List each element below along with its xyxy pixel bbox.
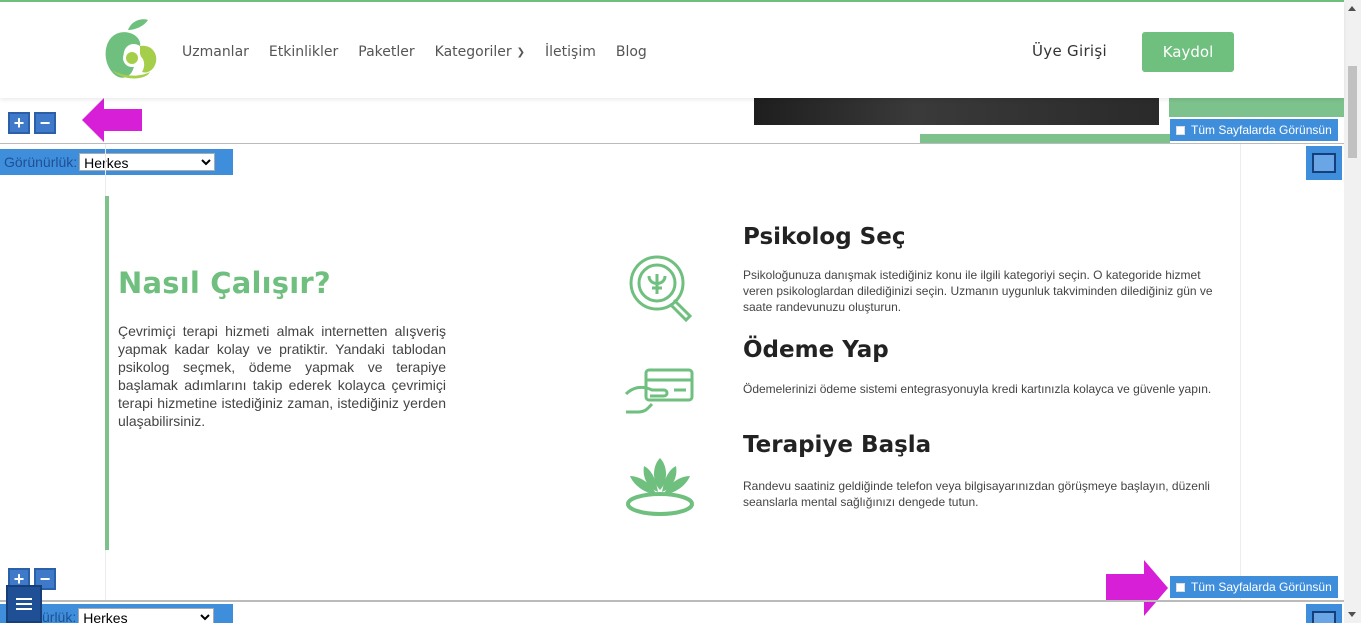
show-on-all-pages-label: Tüm Sayfalarda Görünsün [1191, 123, 1332, 137]
page-scrollbar[interactable] [1344, 0, 1361, 623]
show-on-all-pages-label: Tüm Sayfalarda Görünsün [1191, 580, 1332, 594]
step-title-choose-psychologist: Psikolog Seç [743, 224, 906, 250]
scroll-down-arrow-icon[interactable] [1348, 612, 1356, 617]
nav-item-events[interactable]: Etkinlikler [269, 44, 338, 60]
step-text-make-payment: Ödemelerinizi ödeme sistemi entegrasyonu… [743, 382, 1212, 396]
scroll-thumb[interactable] [1348, 66, 1357, 158]
section-zoom-controls-top: + − [8, 112, 56, 134]
member-login-link[interactable]: Üye Girişi [1032, 42, 1107, 60]
visibility-label: Görünürlük: [4, 154, 78, 170]
scroll-up-arrow-icon[interactable] [1348, 6, 1356, 11]
visibility-select[interactable]: Herkes [79, 153, 216, 171]
section-description: Çevrimiçi terapi hizmeti almak internett… [118, 323, 446, 429]
section-accent-bar [105, 196, 109, 550]
nav-item-packages[interactable]: Paketler [358, 44, 414, 60]
psychology-search-icon [629, 255, 693, 323]
step-title-start-therapy: Terapiye Başla [743, 432, 932, 458]
lotus-icon [626, 458, 694, 516]
menu-line [16, 598, 32, 600]
editor-menu-button[interactable] [6, 585, 42, 623]
logo-icon[interactable] [102, 16, 160, 82]
nav-item-categories-label: Kategoriler [434, 44, 512, 60]
section-divider [0, 143, 1344, 144]
main-nav: Uzmanlar Etkinlikler Paketler Kategorile… [182, 44, 667, 60]
previous-section-image [744, 98, 1169, 134]
step-text-choose-psychologist: Psikoloğunuza danışmak istediğiniz konu … [743, 268, 1213, 314]
pointer-arrow-down-right-icon [1106, 560, 1168, 616]
menu-line [16, 608, 32, 610]
chevron-down-icon: ❯ [516, 46, 526, 58]
zoom-out-button[interactable]: − [34, 112, 56, 134]
background-image-button[interactable] [1306, 146, 1342, 180]
background-image-button-next[interactable] [1306, 604, 1342, 623]
menu-line [16, 603, 32, 605]
visibility-control: Görünürlük: Herkes [0, 149, 233, 175]
section-title: Nasıl Çalışır? [118, 266, 331, 300]
nav-item-categories[interactable]: Kategoriler ❯ [435, 44, 525, 60]
zoom-in-button[interactable]: + [8, 112, 30, 134]
show-on-all-pages-toggle[interactable]: Tüm Sayfalarda Görünsün [1170, 119, 1338, 141]
layout-guide-right [1240, 144, 1241, 600]
signup-button[interactable]: Kaydol [1142, 32, 1234, 72]
nav-item-blog[interactable]: Blog [616, 44, 647, 60]
site-header: Uzmanlar Etkinlikler Paketler Kategorile… [0, 2, 1344, 98]
section-divider-bottom [0, 600, 1344, 602]
image-icon [1312, 153, 1336, 173]
previous-section-photo [754, 98, 1159, 125]
card-payment-icon [624, 368, 694, 414]
nav-item-contact[interactable]: İletişim [545, 44, 596, 60]
image-icon [1312, 611, 1336, 623]
show-on-all-pages-checkbox[interactable] [1176, 582, 1185, 592]
visibility-label-partial: ürlük: [42, 609, 77, 623]
show-on-all-pages-checkbox[interactable] [1176, 125, 1185, 135]
visibility-select-next[interactable]: Herkes [78, 608, 215, 623]
pointer-arrow-left-icon [82, 98, 142, 142]
show-on-all-pages-toggle-bottom[interactable]: Tüm Sayfalarda Görünsün [1170, 576, 1338, 598]
nav-item-experts[interactable]: Uzmanlar [182, 44, 249, 60]
step-text-start-therapy: Randevu saatiniz geldiğinde telefon veya… [743, 479, 1210, 509]
previous-section-green-bar [920, 134, 1170, 143]
step-title-make-payment: Ödeme Yap [743, 337, 889, 363]
previous-section-green-block [1169, 98, 1344, 117]
